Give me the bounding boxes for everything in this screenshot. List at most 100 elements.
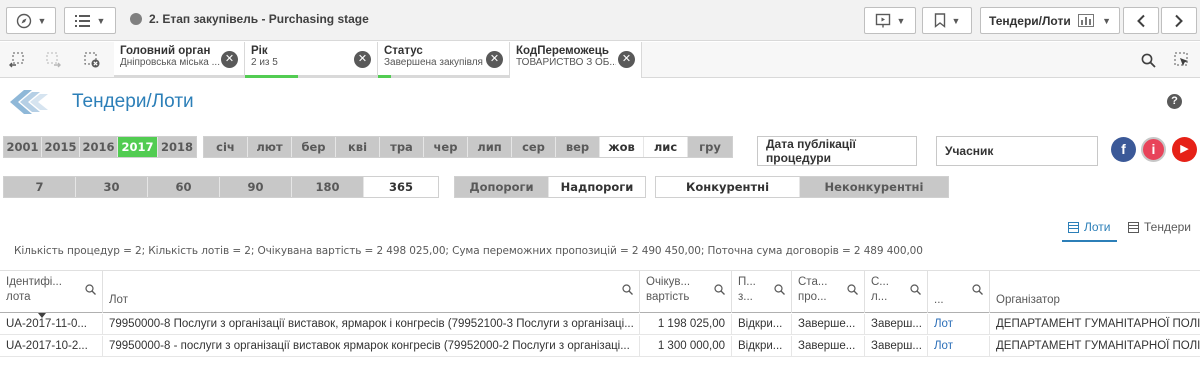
sheet-selector-dropdown[interactable]: Тендери/Лоти ▼ xyxy=(980,7,1120,34)
month-button-2[interactable]: бер xyxy=(292,137,336,157)
summary-text: Кількість процедур = 2; Кількість лотів … xyxy=(14,245,923,257)
days-button-5[interactable]: 365 xyxy=(364,177,438,197)
sheet-title: 2. Етап закупівель - Purchasing stage xyxy=(130,12,369,26)
youtube-icon[interactable]: ▶ xyxy=(1172,137,1197,162)
clear-selection-icon[interactable]: ✕ xyxy=(486,51,503,68)
column-header-procedure-status[interactable]: Ста... про... xyxy=(792,271,865,313)
year-button-4[interactable]: 2018 xyxy=(158,137,196,157)
cell-expected-value: 1 198 025,00 xyxy=(640,314,732,335)
tab-tenders[interactable]: Тендери xyxy=(1128,220,1191,234)
column-header-lot-status[interactable]: С... л... xyxy=(865,271,928,313)
step-back-icon xyxy=(9,52,24,68)
cell-id: UA-2017-11-0... xyxy=(0,314,103,335)
presentation-icon xyxy=(875,13,890,27)
search-icon[interactable] xyxy=(774,284,785,295)
threshold-button-0[interactable]: Допороги xyxy=(455,177,549,197)
search-button[interactable] xyxy=(1138,50,1158,70)
competitive-button-0[interactable]: Конкурентні xyxy=(656,177,800,197)
selection-fill-bar xyxy=(378,75,509,78)
column-header-lot[interactable]: Лот xyxy=(103,271,640,313)
column-header-link[interactable]: ... xyxy=(928,271,990,313)
month-button-0[interactable]: січ xyxy=(204,137,248,157)
chevron-down-icon: ▼ xyxy=(1102,15,1111,26)
chevron-down-icon: ▼ xyxy=(896,15,906,26)
clear-selection-icon[interactable]: ✕ xyxy=(354,51,371,68)
bookmark-icon xyxy=(934,13,945,28)
next-sheet-button[interactable] xyxy=(1161,7,1197,34)
days-filter: 7 30 60 90 180 365 xyxy=(3,176,439,198)
table-icon xyxy=(1068,221,1079,233)
step-back-selection-button[interactable] xyxy=(6,50,26,70)
page-header: Тендери/Лоти ? xyxy=(0,79,1200,125)
cell-lot-link[interactable]: Лот xyxy=(928,314,990,335)
selection-field-value: Дніпровська міська ... xyxy=(120,57,220,68)
clear-selection-icon[interactable]: ✕ xyxy=(618,51,635,68)
month-button-8[interactable]: вер xyxy=(556,137,600,157)
threshold-button-1[interactable]: Надпороги xyxy=(549,177,645,197)
column-header-organizer[interactable]: Організатор xyxy=(990,271,1200,313)
app-toolbar: ▼ ▼ 2. Етап закупівель - Purchasing stag… xyxy=(0,0,1200,41)
navigation-menu-button[interactable]: ▼ xyxy=(6,7,56,34)
selection-chip-year[interactable]: Рік 2 из 5 ✕ xyxy=(245,42,378,78)
help-icon[interactable]: ? xyxy=(1167,94,1182,109)
search-icon[interactable] xyxy=(847,284,858,295)
year-button-0[interactable]: 2001 xyxy=(4,137,42,157)
clear-all-selections-button[interactable] xyxy=(82,50,102,70)
clear-selection-icon[interactable]: ✕ xyxy=(221,51,238,68)
selection-chip-status[interactable]: Статус Завершена закупівля ✕ xyxy=(378,42,510,78)
days-button-0[interactable]: 7 xyxy=(4,177,76,197)
presentation-button[interactable]: ▼ xyxy=(864,7,916,34)
month-button-9[interactable]: жов xyxy=(600,137,644,157)
competitive-button-1[interactable]: Неконкурентні xyxy=(800,177,948,197)
year-button-2[interactable]: 2016 xyxy=(80,137,118,157)
days-button-3[interactable]: 90 xyxy=(220,177,292,197)
month-button-10[interactable]: лис xyxy=(644,137,688,157)
search-icon[interactable] xyxy=(622,284,633,295)
cell-lot: 79950000-8 - послуги з організації виста… xyxy=(103,336,640,357)
column-header-procedure[interactable]: П... з... xyxy=(732,271,792,313)
days-button-4[interactable]: 180 xyxy=(292,177,364,197)
info-icon[interactable]: i xyxy=(1141,137,1166,162)
cell-lot-link[interactable]: Лот xyxy=(928,336,990,357)
cell-organizer: ДЕПАРТАМЕНТ ГУМАНІТАРНОЇ ПОЛІТ xyxy=(996,318,1200,330)
previous-sheet-button[interactable] xyxy=(1123,7,1159,34)
selection-field-name: Статус xyxy=(384,45,423,57)
table-row[interactable]: UA-2017-10-2... 79950000-8 - послуги з о… xyxy=(0,336,1200,357)
facebook-icon[interactable]: f xyxy=(1111,137,1136,162)
tab-lots[interactable]: Лоти xyxy=(1068,220,1110,234)
year-button-1[interactable]: 2015 xyxy=(42,137,80,157)
days-button-2[interactable]: 60 xyxy=(148,177,220,197)
search-icon[interactable] xyxy=(910,284,921,295)
cell-procedure: Відкри... xyxy=(732,314,792,335)
search-icon[interactable] xyxy=(714,284,725,295)
sheet-title-text: 2. Етап закупівель - Purchasing stage xyxy=(149,12,369,26)
month-button-11[interactable]: гру xyxy=(688,137,732,157)
selection-fill-bar xyxy=(114,75,244,78)
selection-tool-button[interactable] xyxy=(1172,50,1192,70)
bookmark-button[interactable]: ▼ xyxy=(922,7,972,34)
step-forward-selection-button[interactable] xyxy=(44,50,64,70)
participant-label: Учасник xyxy=(945,144,994,158)
column-header-label: ... xyxy=(934,294,944,306)
month-button-7[interactable]: сер xyxy=(512,137,556,157)
year-button-3[interactable]: 2017 xyxy=(118,137,158,157)
column-header-expected-value[interactable]: Очікув... вартість xyxy=(640,271,732,313)
table-row[interactable]: UA-2017-11-0... 79950000-8 Послуги з орг… xyxy=(0,314,1200,335)
month-button-6[interactable]: лип xyxy=(468,137,512,157)
month-button-5[interactable]: чер xyxy=(424,137,468,157)
month-button-4[interactable]: тра xyxy=(380,137,424,157)
days-button-1[interactable]: 30 xyxy=(76,177,148,197)
column-header-label: Організатор xyxy=(996,294,1060,306)
month-button-1[interactable]: лют xyxy=(248,137,292,157)
search-icon[interactable] xyxy=(972,284,983,295)
tab-lots-label: Лоти xyxy=(1084,220,1111,234)
column-header-id[interactable]: Ідентифі... лота xyxy=(0,271,103,313)
publication-date-filter-button[interactable]: Дата публікації процедури xyxy=(757,136,917,166)
search-icon[interactable] xyxy=(85,284,96,295)
selection-chip-main-body[interactable]: Головний орган Дніпровська міська ... ✕ xyxy=(114,42,245,78)
selection-chip-winner[interactable]: КодПереможець ТОВАРИСТВО З ОБ... ✕ xyxy=(510,42,642,78)
compass-icon xyxy=(16,13,31,28)
sheet-list-button[interactable]: ▼ xyxy=(64,7,116,34)
month-button-3[interactable]: кві xyxy=(336,137,380,157)
participant-filter-button[interactable]: Учасник xyxy=(936,136,1098,166)
